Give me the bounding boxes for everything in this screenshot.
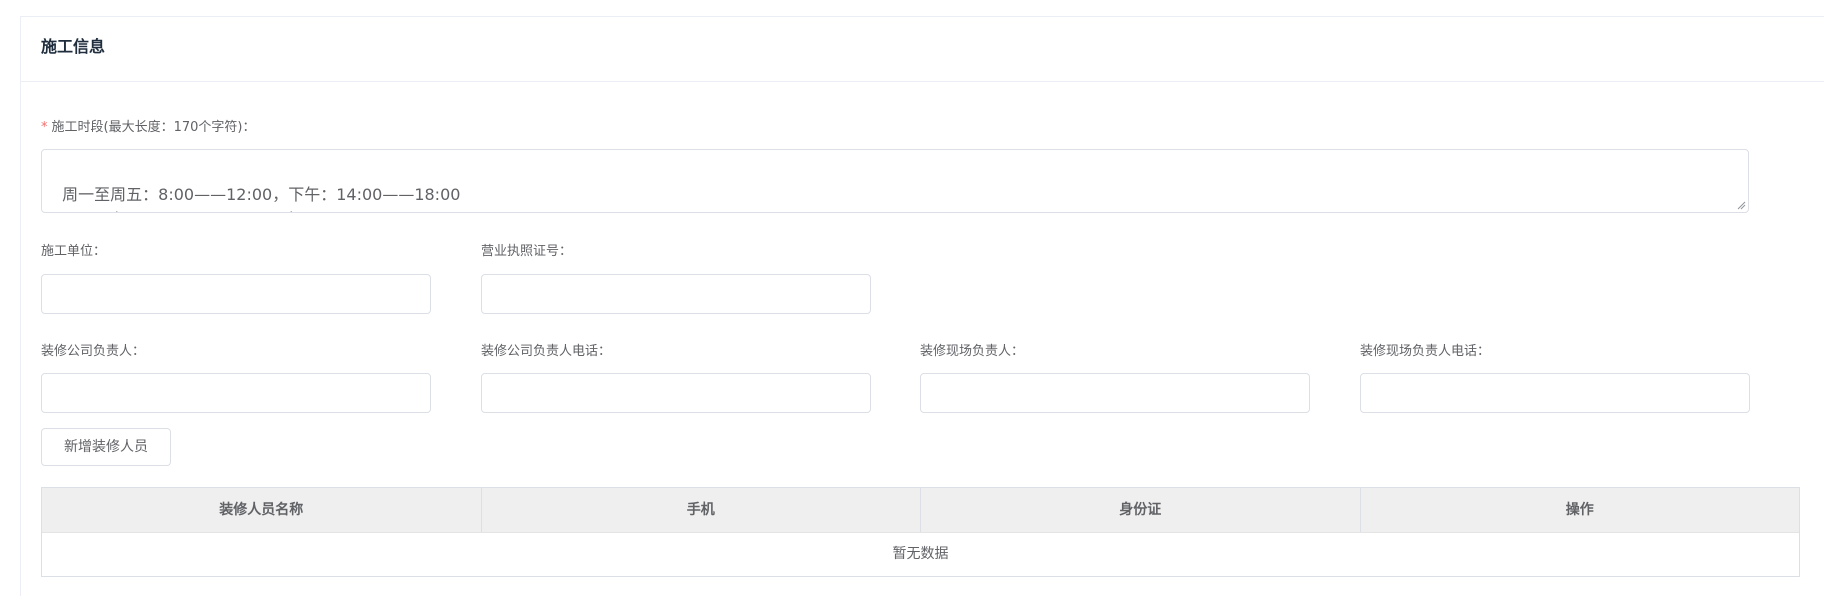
schedule-textarea[interactable]: 周一至周五：8:00——12:00，下午：14:00——18:00 周 末：8:…: [41, 149, 1749, 213]
workers-table: 装修人员名称 手机 身份证 操作 暂无数据: [41, 487, 1800, 577]
site-manager-input[interactable]: [920, 373, 1310, 413]
schedule-label-text: 施工时段(最大长度：170个字符)：: [51, 120, 256, 135]
column-header-id-card[interactable]: 身份证: [921, 488, 1361, 532]
column-header-worker-name[interactable]: 装修人员名称: [42, 488, 482, 532]
schedule-label: * 施工时段(最大长度：170个字符)：: [41, 120, 255, 136]
company-manager-label: 装修公司负责人：: [41, 344, 146, 359]
required-mark: *: [41, 120, 48, 135]
license-no-input[interactable]: [481, 274, 871, 314]
construction-unit-input[interactable]: [41, 274, 431, 314]
site-manager-phone-input[interactable]: [1360, 373, 1750, 413]
add-worker-button[interactable]: 新增装修人员: [41, 428, 171, 466]
panel-title: 施工信息: [41, 37, 106, 56]
table-header: 装修人员名称 手机 身份证 操作: [42, 488, 1799, 533]
schedule-textarea-value: 周一至周五：8:00——12:00，下午：14:00——18:00 周 末：8:…: [52, 185, 461, 212]
column-header-actions[interactable]: 操作: [1361, 488, 1800, 532]
company-manager-input[interactable]: [41, 373, 431, 413]
panel-header: 施工信息: [21, 17, 1824, 82]
site-manager-phone-label: 装修现场负责人电话：: [1360, 344, 1491, 359]
license-no-label: 营业执照证号：: [481, 244, 573, 259]
company-manager-phone-label: 装修公司负责人电话：: [481, 344, 612, 359]
table-empty-text: 暂无数据: [892, 546, 949, 562]
site-manager-label: 装修现场负责人：: [920, 344, 1025, 359]
column-header-phone[interactable]: 手机: [482, 488, 921, 532]
construction-unit-label: 施工单位：: [41, 244, 107, 259]
resize-handle-icon[interactable]: [1736, 200, 1746, 210]
company-manager-phone-input[interactable]: [481, 373, 871, 413]
